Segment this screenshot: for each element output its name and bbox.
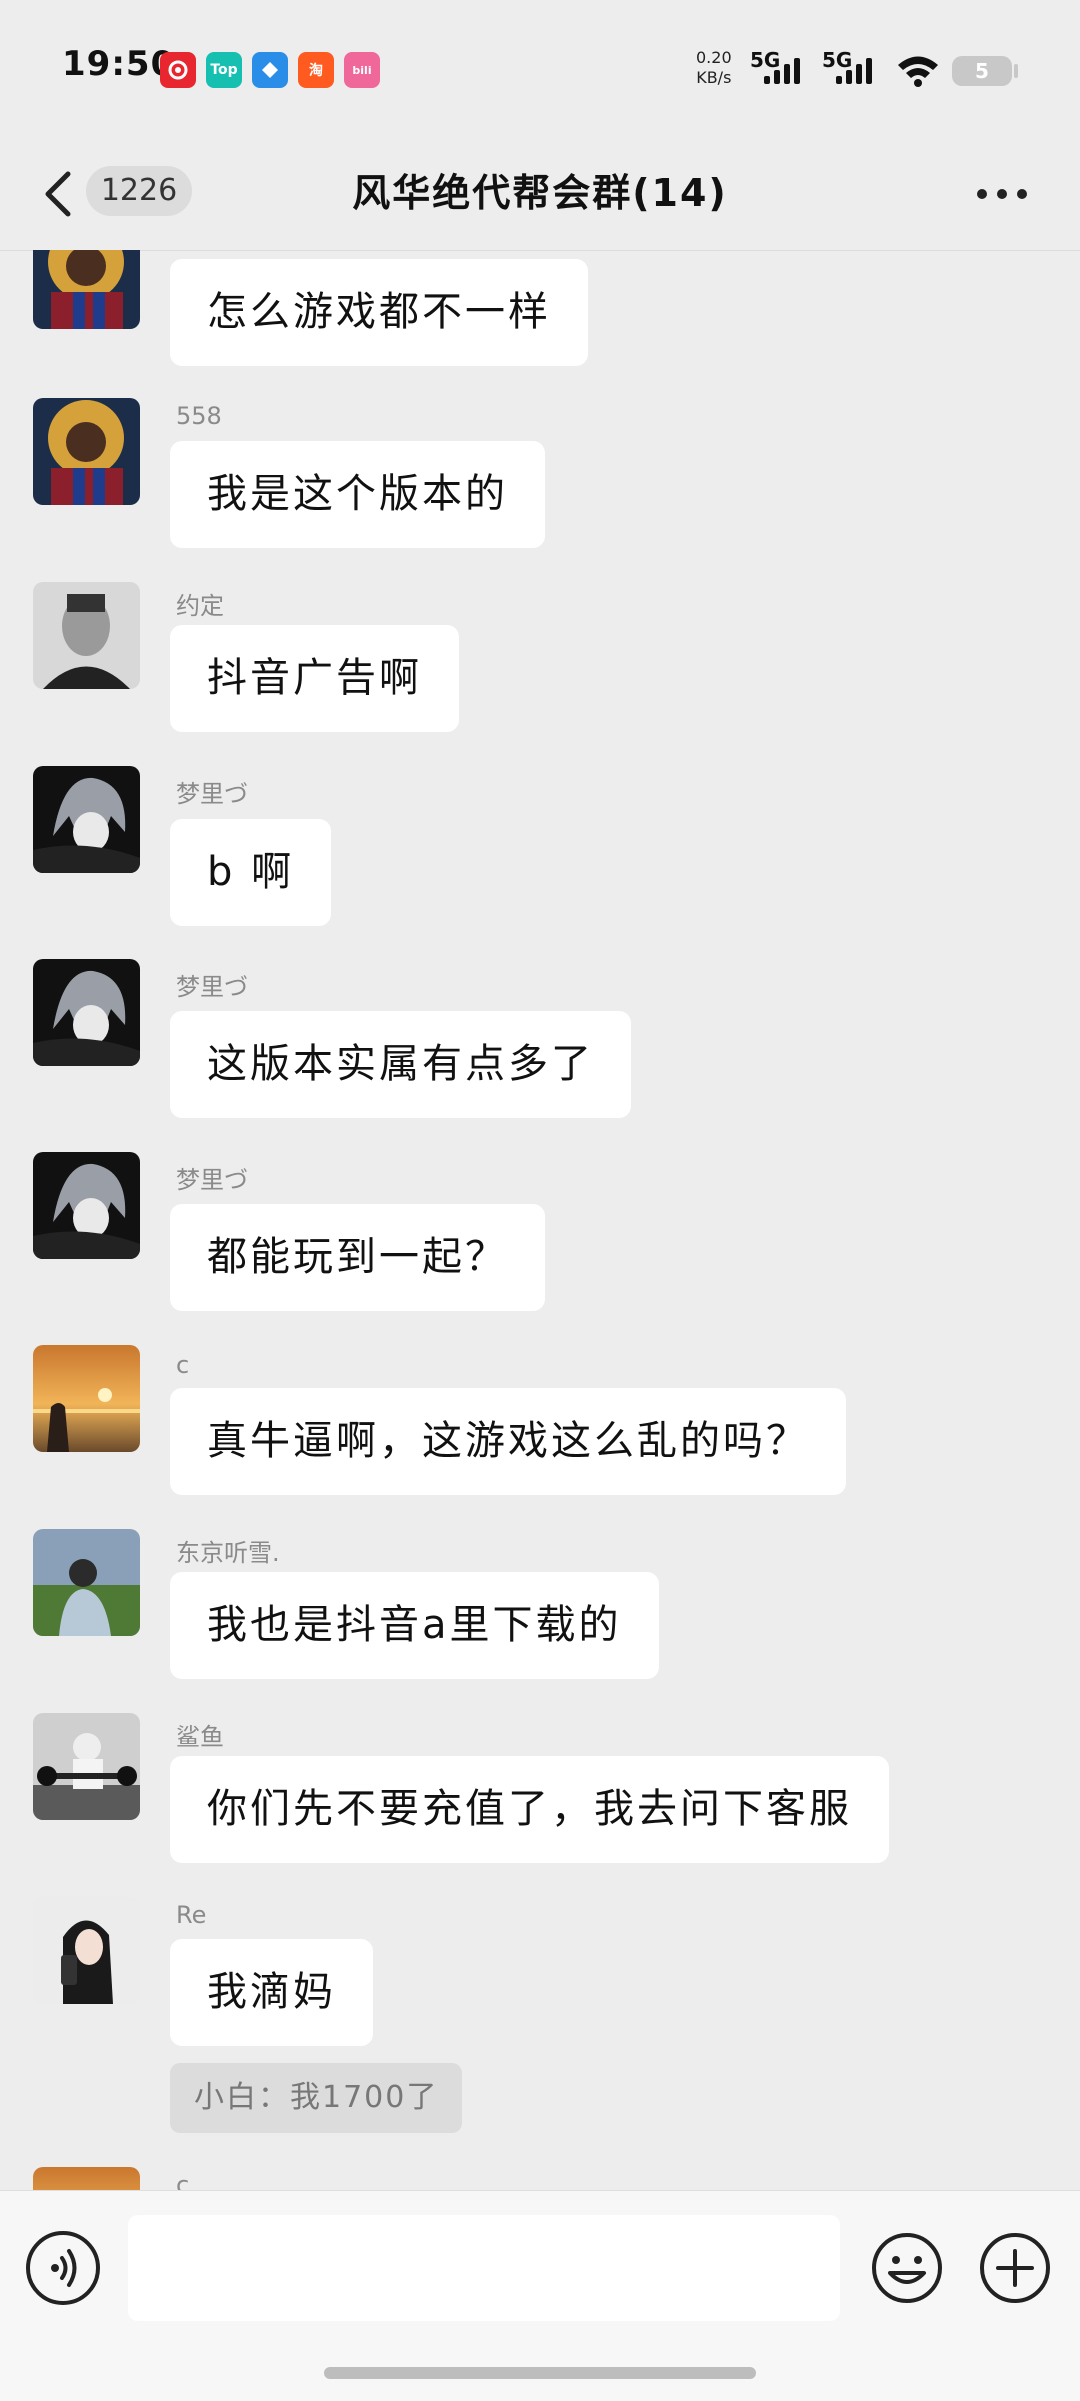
message-text-input[interactable] [128,2215,840,2321]
message-bubble[interactable]: 这版本实属有点多了 [170,1011,631,1118]
quoted-reply-tip[interactable]: 小白：我1700了 [170,2063,463,2133]
battery-indicator: 5 [952,56,1012,86]
message-bubble[interactable]: 都能玩到一起？ [170,1204,545,1311]
message-bubble[interactable]: 真牛逼啊，这游戏这么乱的吗？ [170,1388,846,1495]
top-app-icon: Top [206,52,242,88]
sender-name: 558 [176,402,222,430]
chat-header: 1226 风华绝代帮会群(14) [0,140,1080,251]
chat-screen: 19:50 Top 淘 bili 0.20 KB/s 5G 5G 5 1226 … [0,0,1080,2401]
message-bubble[interactable]: 我滴妈 [170,1939,373,2046]
back-arrow-icon[interactable] [36,166,86,222]
wifi-icon [898,56,938,87]
sender-name: 鲨鱼 [176,1723,224,1751]
avatar-football-player[interactable] [33,250,140,329]
signal-1-bars-icon [764,58,800,84]
message-bubble[interactable]: 抖音广告啊 [170,625,459,732]
taobao-icon: 淘 [298,52,334,88]
notification-icons: Top 淘 bili [160,52,380,88]
voice-input-button[interactable] [26,2231,100,2305]
message-input-bar [0,2190,1080,2401]
net-speed-value: 0.20 [696,48,732,67]
sender-name: 约定 [176,592,224,620]
unread-count-badge[interactable]: 1226 [86,166,192,216]
more-options-icon[interactable] [970,182,1034,206]
netease-music-icon [160,52,196,88]
signal-2-bars-icon [836,58,872,84]
sender-name: 梦里づ [176,1166,248,1194]
chat-title: 风华绝代帮会群(14) [352,171,728,215]
battery-tip [1014,64,1018,78]
sender-name: c [176,2171,190,2190]
sender-name: 东京听雪. [176,1539,280,1567]
avatar-sunset[interactable] [33,1345,140,1452]
sender-name: 梦里づ [176,973,248,1001]
message-bubble[interactable]: 你们先不要充值了，我去问下客服 [170,1756,889,1863]
message-list[interactable]: 怎么游戏都不一样 558 我是这个版本的 约定 抖音广告啊 梦里づ b 啊 梦里… [0,250,1080,2190]
avatar-field-boy[interactable] [33,1529,140,1636]
message-bubble[interactable]: b 啊 [170,819,332,926]
avatar-anime-boy[interactable] [33,766,140,873]
avatar-anime-boy[interactable] [33,959,140,1066]
sender-name: Re [176,1901,207,1929]
avatar-man-portrait[interactable] [33,582,140,689]
net-speed-unit: KB/s [696,68,732,87]
avatar-football-player[interactable] [33,398,140,505]
avatar-sunset[interactable] [33,2167,140,2190]
home-indicator[interactable] [324,2367,756,2379]
message-bubble[interactable]: 怎么游戏都不一样 [170,259,588,366]
sender-name: c [176,1351,190,1379]
bilibili-icon: bili [344,52,380,88]
message-bubble[interactable]: 我是这个版本的 [170,441,545,548]
sender-name: 梦里づ [176,780,248,808]
avatar-anime-boy[interactable] [33,1152,140,1259]
avatar-gym[interactable] [33,1713,140,1820]
voice-wave-icon [51,2249,77,2287]
blue-app-icon [252,52,288,88]
net-speed: 0.20 KB/s [696,48,732,88]
status-time: 19:50 [62,44,176,84]
avatar-selfie-girl[interactable] [33,1897,140,2004]
emoji-icon[interactable] [870,2231,944,2305]
plus-icon[interactable] [978,2231,1052,2305]
status-bar: 19:50 Top 淘 bili 0.20 KB/s 5G 5G 5 [0,0,1080,140]
message-bubble[interactable]: 我也是抖音a里下载的 [170,1572,659,1679]
